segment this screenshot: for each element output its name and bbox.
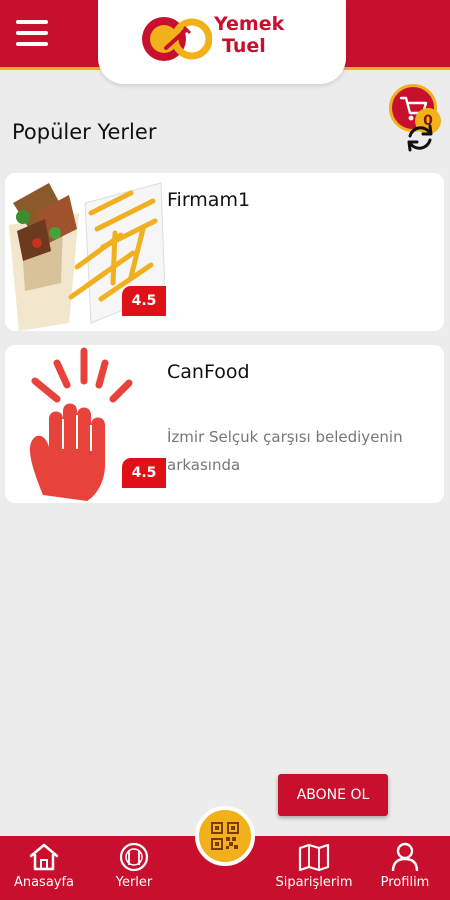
logo-text-line1: Yemek	[214, 13, 285, 35]
qr-code-icon	[211, 822, 239, 850]
logo-mark-icon	[142, 17, 212, 61]
place-address: İzmir Selçuk çarşısı belediyenin arkasın…	[167, 428, 403, 474]
nav-orders-label: Siparişlerim	[275, 875, 353, 890]
restaurant-icon	[119, 842, 149, 872]
hamburger-menu-icon[interactable]	[16, 20, 48, 46]
qr-scan-button[interactable]	[195, 806, 255, 866]
subscribe-button[interactable]: ABONE OL	[278, 774, 388, 816]
logo-text: Yemek Tuel	[214, 13, 284, 57]
place-name: CanFood	[167, 361, 250, 383]
place-name: Firmam1	[167, 189, 251, 211]
rating-badge: 4.5	[122, 286, 166, 316]
map-icon	[298, 843, 330, 872]
user-icon	[391, 842, 419, 872]
nav-places[interactable]: Yerler	[102, 842, 166, 900]
nav-home-label: Anasayfa	[13, 875, 75, 890]
section-title: Popüler Yerler	[12, 120, 157, 144]
place-card[interactable]: 4.5 Firmam1	[5, 173, 444, 331]
logo-text-line2: Tuel	[222, 35, 266, 57]
place-card[interactable]: 4.5 CanFood İzmir Selçuk çarşısı belediy…	[5, 345, 444, 503]
home-icon	[29, 843, 59, 871]
nav-places-label: Yerler	[115, 875, 153, 890]
nav-profile-label: Profilim	[380, 875, 430, 890]
nav-orders[interactable]: Siparişlerim	[268, 842, 360, 900]
nav-home[interactable]: Anasayfa	[4, 842, 84, 900]
rating-badge: 4.5	[122, 458, 166, 488]
logo: Yemek Tuel	[98, 0, 346, 84]
nav-profile[interactable]: Profilim	[372, 842, 438, 900]
refresh-icon[interactable]	[404, 124, 436, 152]
